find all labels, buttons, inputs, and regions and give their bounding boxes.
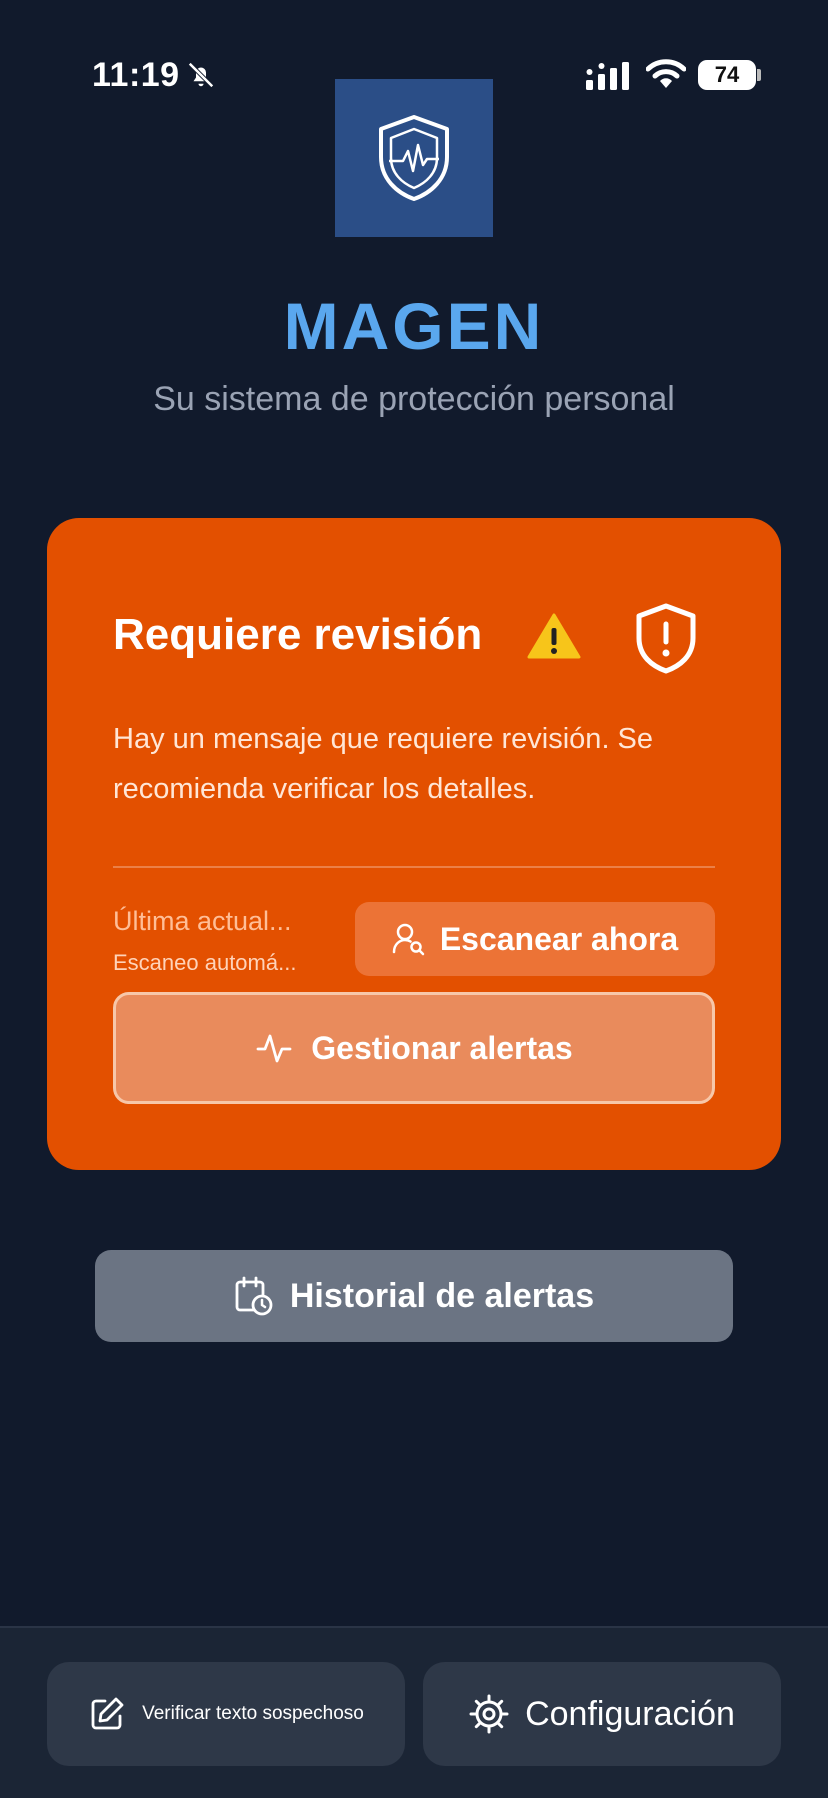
battery-indicator: 74 bbox=[698, 60, 756, 90]
app-subtitle: Su sistema de protección personal bbox=[153, 380, 675, 418]
warning-icon bbox=[527, 613, 581, 659]
verify-text-label: Verificar texto sospechoso bbox=[142, 1703, 364, 1724]
app-title: MAGEN bbox=[283, 289, 545, 363]
auto-scan-label: Escaneo automá... bbox=[113, 950, 297, 975]
app-logo bbox=[335, 79, 493, 237]
card-message: Hay un mensaje que requiere revisión. Se… bbox=[113, 723, 654, 805]
scan-now-label: Escanear ahora bbox=[439, 920, 679, 957]
wifi-icon bbox=[646, 59, 686, 88]
shield-pulse-icon bbox=[379, 115, 449, 201]
card-title: Requiere revisión bbox=[113, 610, 483, 659]
user-search-icon bbox=[392, 923, 425, 956]
edit-icon bbox=[91, 1697, 124, 1730]
home-screen: 11:19 74 MAGEN Su sistema de protección … bbox=[0, 0, 828, 1798]
alert-status-card: Requiere revisión Hay un mensaje que req… bbox=[47, 518, 781, 1170]
manage-alerts-button[interactable]: Gestionar alertas bbox=[113, 992, 715, 1104]
shield-alert-icon bbox=[636, 603, 696, 674]
bell-muted-icon bbox=[188, 62, 214, 88]
gear-icon bbox=[469, 1694, 509, 1734]
signal-icon bbox=[586, 62, 629, 90]
calendar-clock-icon bbox=[235, 1276, 273, 1316]
status-time: 11:19 bbox=[92, 56, 180, 94]
last-update-label: Última actual... bbox=[113, 906, 292, 936]
alert-history-label: Historial de alertas bbox=[289, 1276, 595, 1315]
settings-label: Configuración bbox=[525, 1694, 735, 1733]
scan-now-button[interactable]: Escanear ahora bbox=[355, 902, 715, 976]
alert-history-button[interactable]: Historial de alertas bbox=[95, 1250, 733, 1342]
activity-icon bbox=[256, 1034, 292, 1063]
manage-alerts-label: Gestionar alertas bbox=[311, 1029, 573, 1066]
bottom-action-bar: Verificar texto sospechoso Configuración bbox=[0, 1626, 828, 1798]
card-divider bbox=[113, 866, 715, 868]
battery-tip bbox=[757, 69, 761, 81]
verify-text-button[interactable]: Verificar texto sospechoso bbox=[47, 1662, 405, 1766]
settings-button[interactable]: Configuración bbox=[423, 1662, 781, 1766]
